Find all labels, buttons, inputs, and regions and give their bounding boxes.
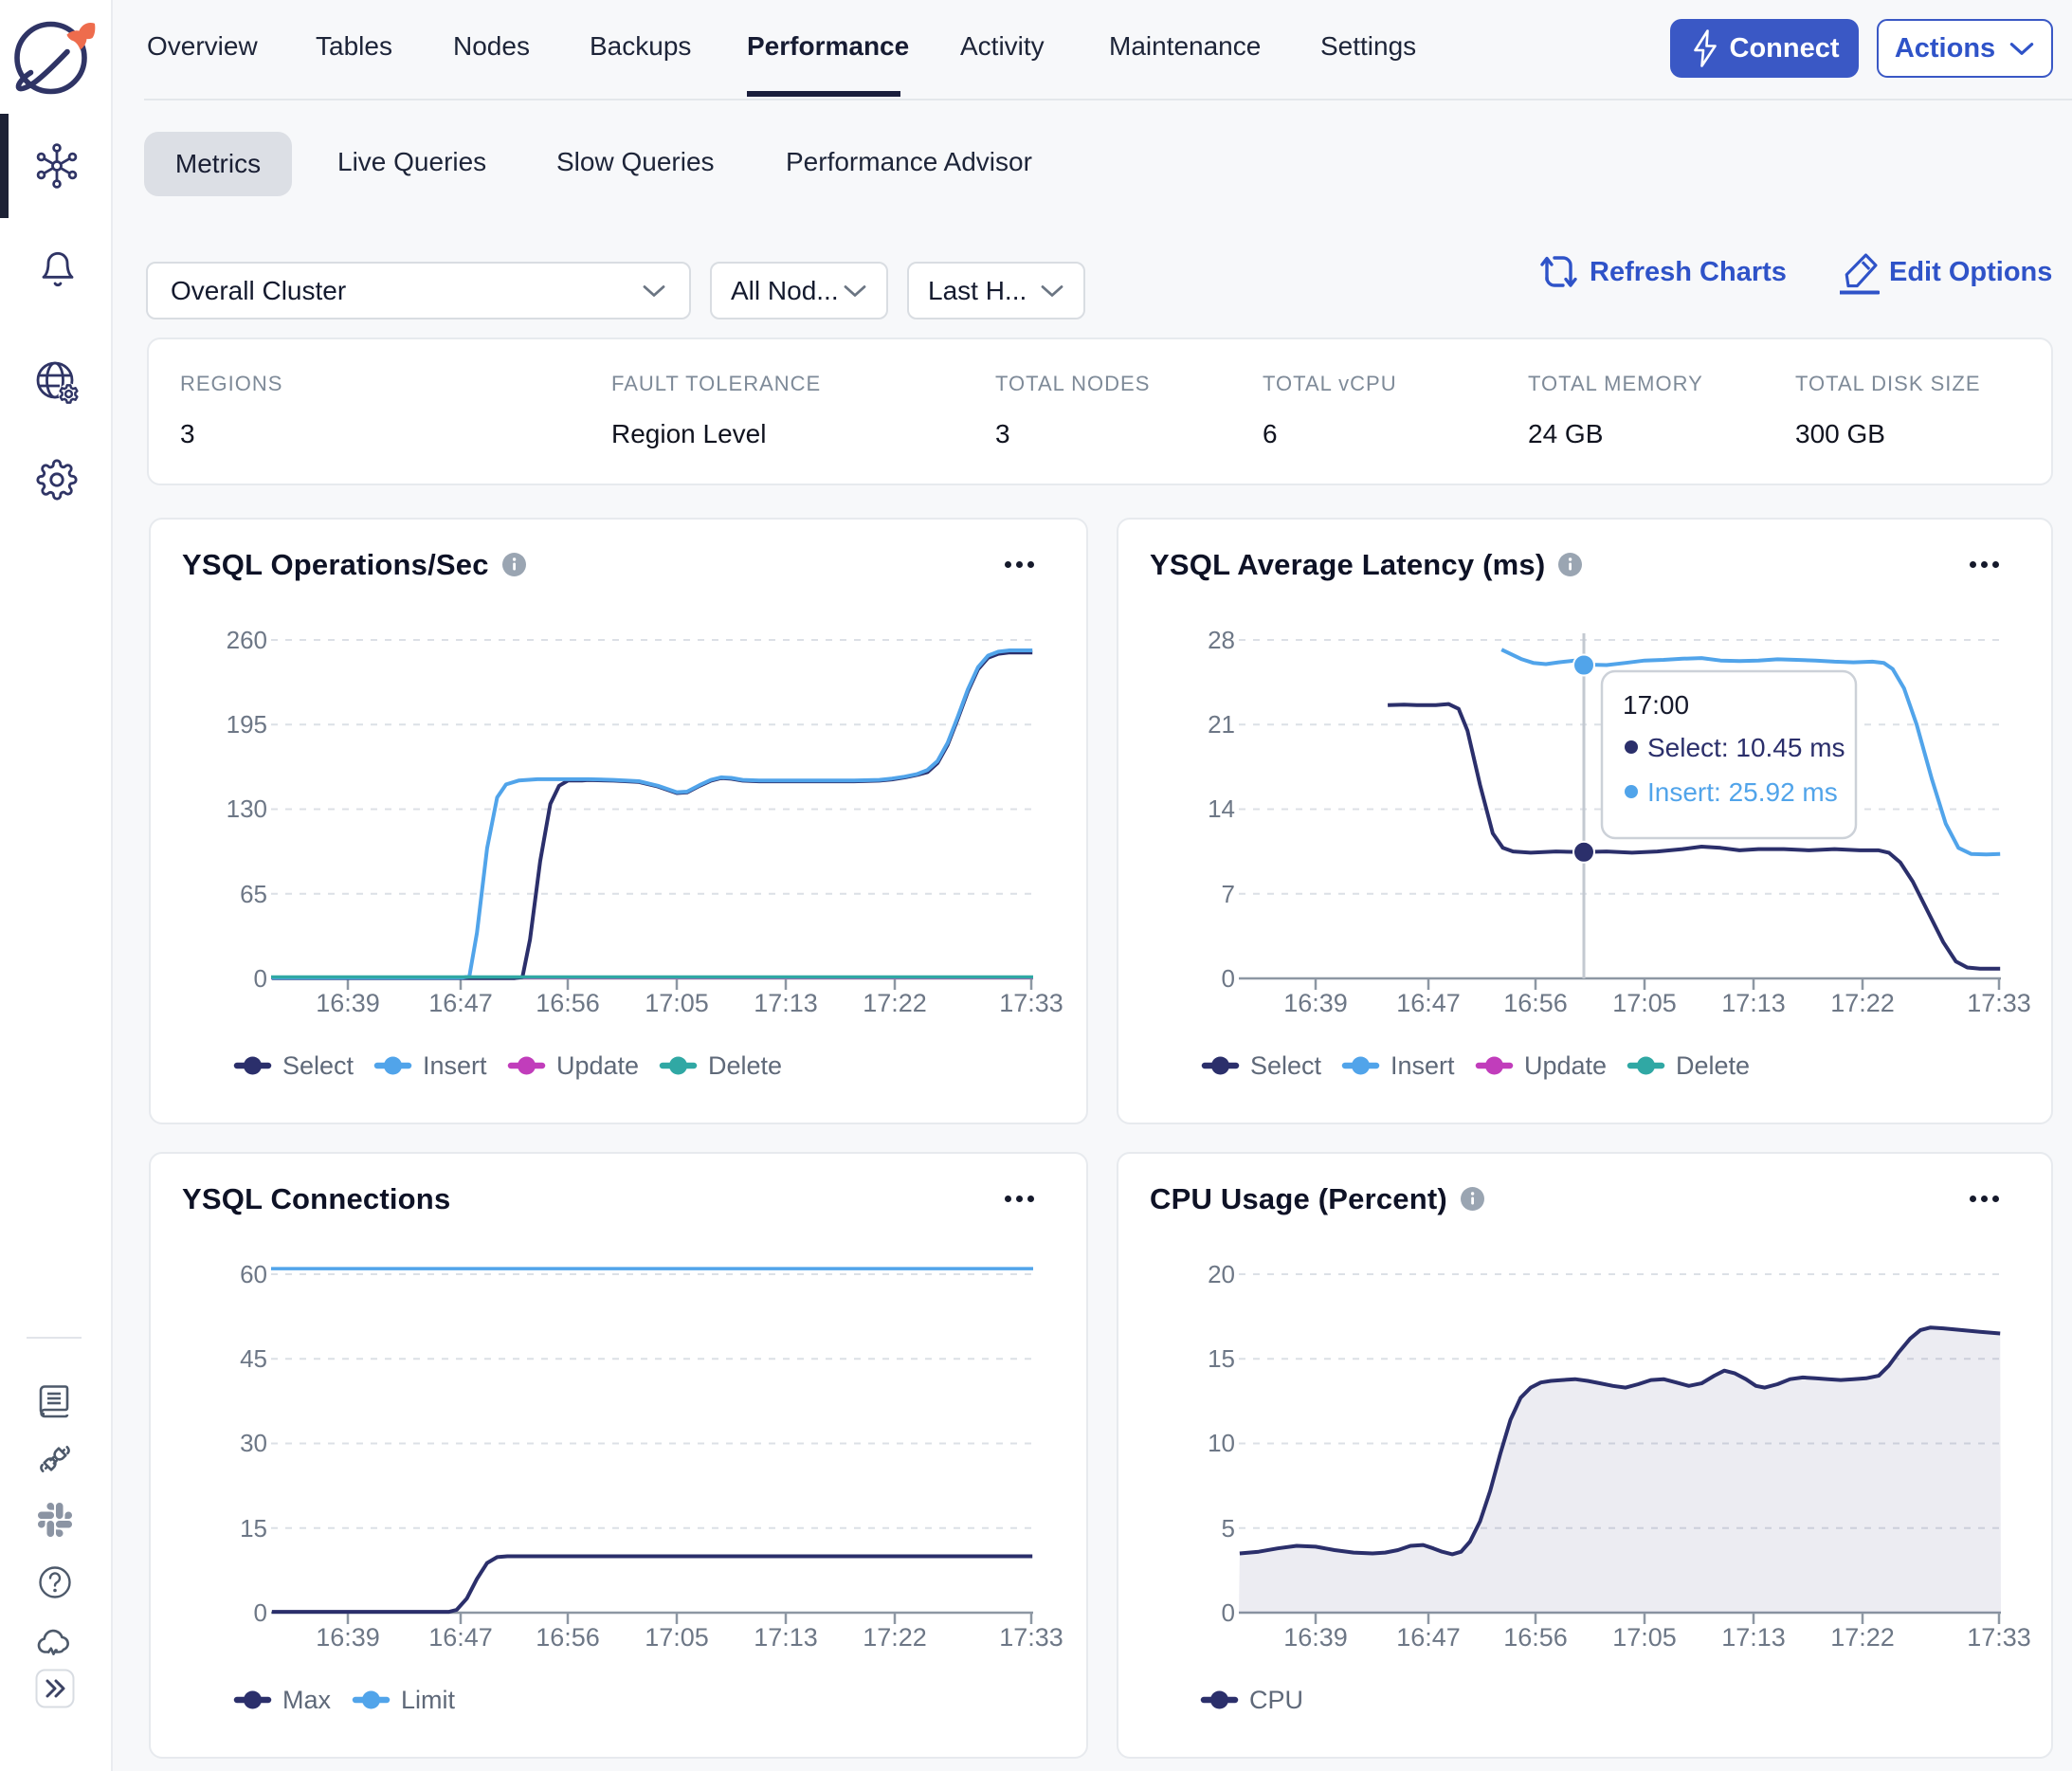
svg-text:15: 15 xyxy=(240,1514,267,1543)
svg-text:16:47: 16:47 xyxy=(1396,1623,1461,1652)
svg-text:17:05: 17:05 xyxy=(1612,989,1677,1017)
svg-text:17:33: 17:33 xyxy=(1967,989,2031,1017)
svg-text:15: 15 xyxy=(1208,1344,1235,1373)
svg-text:10: 10 xyxy=(1208,1429,1235,1457)
svg-text:16:39: 16:39 xyxy=(1283,989,1348,1017)
svg-text:0: 0 xyxy=(254,1598,267,1627)
svg-text:20: 20 xyxy=(1208,1260,1235,1288)
svg-text:16:39: 16:39 xyxy=(1283,1623,1348,1652)
svg-text:Update: Update xyxy=(1524,1051,1607,1080)
svg-text:17:22: 17:22 xyxy=(863,989,927,1017)
svg-text:45: 45 xyxy=(240,1344,267,1373)
svg-text:130: 130 xyxy=(227,794,267,823)
svg-text:65: 65 xyxy=(240,880,267,908)
svg-text:7: 7 xyxy=(1222,880,1235,908)
svg-text:Max: Max xyxy=(282,1686,332,1714)
svg-text:16:47: 16:47 xyxy=(428,1623,493,1652)
svg-text:16:56: 16:56 xyxy=(536,989,600,1017)
svg-text:17:13: 17:13 xyxy=(1721,1623,1786,1652)
svg-text:17:13: 17:13 xyxy=(1721,989,1786,1017)
svg-text:Insert: Insert xyxy=(1390,1051,1455,1080)
svg-text:16:56: 16:56 xyxy=(1503,1623,1568,1652)
svg-text:17:05: 17:05 xyxy=(1612,1623,1677,1652)
svg-text:0: 0 xyxy=(1222,964,1235,993)
svg-text:28: 28 xyxy=(1208,626,1235,654)
svg-text:Insert: 25.92 ms: Insert: 25.92 ms xyxy=(1647,777,1838,807)
svg-text:0: 0 xyxy=(1222,1598,1235,1627)
svg-text:Select: Select xyxy=(1250,1051,1322,1080)
svg-text:17:13: 17:13 xyxy=(754,989,818,1017)
svg-text:Limit: Limit xyxy=(401,1686,456,1714)
svg-text:260: 260 xyxy=(227,626,267,654)
svg-text:17:33: 17:33 xyxy=(999,989,1063,1017)
svg-text:Delete: Delete xyxy=(1676,1051,1750,1080)
svg-text:17:05: 17:05 xyxy=(645,1623,709,1652)
svg-text:16:39: 16:39 xyxy=(316,989,380,1017)
svg-text:Delete: Delete xyxy=(708,1051,782,1080)
svg-text:17:22: 17:22 xyxy=(1830,1623,1895,1652)
svg-text:17:05: 17:05 xyxy=(645,989,709,1017)
svg-text:21: 21 xyxy=(1208,710,1235,739)
svg-text:16:47: 16:47 xyxy=(1396,989,1461,1017)
svg-text:Update: Update xyxy=(556,1051,639,1080)
svg-text:17:00: 17:00 xyxy=(1623,690,1689,720)
svg-text:17:33: 17:33 xyxy=(1967,1623,2031,1652)
svg-text:17:13: 17:13 xyxy=(754,1623,818,1652)
svg-text:195: 195 xyxy=(227,710,267,739)
svg-text:16:56: 16:56 xyxy=(1503,989,1568,1017)
svg-text:17:22: 17:22 xyxy=(863,1623,927,1652)
svg-text:Select: Select xyxy=(282,1051,354,1080)
svg-text:CPU: CPU xyxy=(1249,1686,1303,1714)
svg-text:17:33: 17:33 xyxy=(999,1623,1063,1652)
svg-text:5: 5 xyxy=(1222,1514,1235,1543)
svg-text:Select: 10.45 ms: Select: 10.45 ms xyxy=(1647,733,1845,762)
svg-text:14: 14 xyxy=(1208,794,1235,823)
svg-text:60: 60 xyxy=(240,1260,267,1288)
svg-text:16:56: 16:56 xyxy=(536,1623,600,1652)
svg-text:16:39: 16:39 xyxy=(316,1623,380,1652)
svg-text:16:47: 16:47 xyxy=(428,989,493,1017)
svg-text:17:22: 17:22 xyxy=(1830,989,1895,1017)
svg-text:0: 0 xyxy=(254,964,267,993)
svg-text:Insert: Insert xyxy=(423,1051,487,1080)
svg-text:30: 30 xyxy=(240,1429,267,1457)
